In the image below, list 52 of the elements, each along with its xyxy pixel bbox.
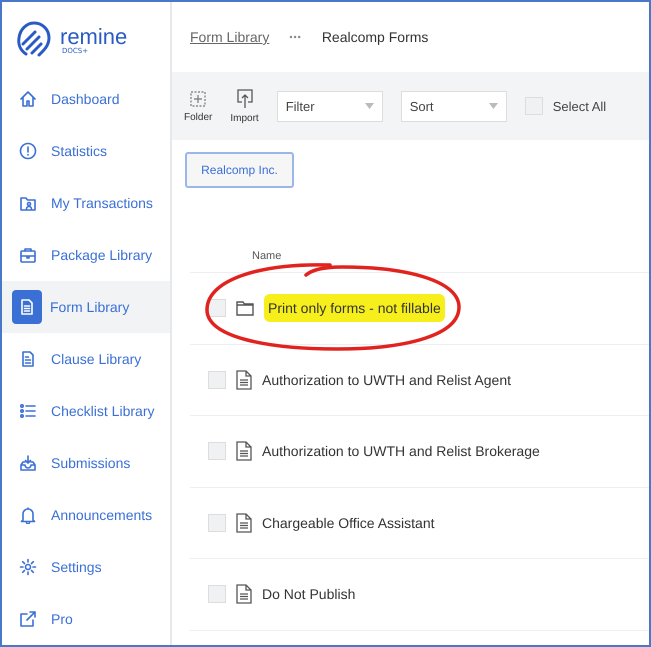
nav-item[interactable]: Pro xyxy=(2,592,170,645)
row-checkbox[interactable] xyxy=(208,514,226,532)
clause-document-icon xyxy=(19,350,37,368)
row-name[interactable]: Chargeable Office Assistant xyxy=(262,514,435,531)
nav-item[interactable]: Form Library xyxy=(2,280,170,333)
row-name[interactable]: Print only forms - not fillable xyxy=(264,294,445,322)
logo-name: remine xyxy=(60,26,128,48)
alert-icon xyxy=(19,142,37,160)
group-button[interactable]: Realcomp Inc. xyxy=(185,152,294,188)
caret-icon xyxy=(488,103,498,109)
inbox-download-icon xyxy=(19,454,37,472)
settings-icon xyxy=(19,558,37,576)
document-icon xyxy=(236,512,252,533)
folder-icon xyxy=(236,300,254,316)
row-name[interactable]: Authorization to UWTH and Relist Brokerage xyxy=(262,443,540,460)
breadcrumb-link[interactable]: Form Library xyxy=(190,29,270,45)
document-icon xyxy=(236,584,252,604)
external-link-icon xyxy=(19,610,37,628)
nav-item[interactable]: Statistics xyxy=(2,124,170,177)
nav-item[interactable]: Submissions xyxy=(2,436,170,489)
row-name[interactable]: Do Not Publish xyxy=(262,586,356,602)
document-icon xyxy=(236,441,252,462)
import-button[interactable]: Import xyxy=(230,88,259,124)
sort-select[interactable]: Sort xyxy=(400,90,507,122)
row-checkbox[interactable] xyxy=(208,299,226,318)
briefcase-icon xyxy=(19,246,37,264)
home-icon xyxy=(19,90,37,108)
row-checkbox[interactable] xyxy=(208,442,226,460)
nav-item[interactable]: Checklist Library xyxy=(2,384,170,437)
nav-item[interactable]: Package Library xyxy=(2,228,170,281)
breadcrumb-more[interactable]: ••• xyxy=(289,32,302,42)
folder-plus-icon xyxy=(189,90,208,108)
nav-item[interactable]: Dashboard xyxy=(2,72,170,125)
document-icon xyxy=(18,298,36,316)
bell-icon xyxy=(19,506,37,524)
document-icon xyxy=(236,370,252,390)
row-checkbox[interactable] xyxy=(208,585,226,604)
select-all-label: Select All xyxy=(552,98,606,114)
nav-item[interactable]: Announcements xyxy=(2,488,170,541)
select-all-checkbox[interactable] xyxy=(524,97,543,115)
nav-item[interactable]: Settings xyxy=(2,540,170,593)
nav-item[interactable]: Clause Library xyxy=(2,332,170,385)
nav-item[interactable]: My Transactions xyxy=(2,176,170,229)
upload-icon xyxy=(236,88,254,108)
row-checkbox[interactable] xyxy=(208,370,226,389)
checklist-icon xyxy=(19,402,37,420)
new-folder-button[interactable]: Folder xyxy=(184,90,212,122)
caret-icon xyxy=(364,103,374,109)
breadcrumb-current: Realcomp Forms xyxy=(322,29,428,45)
row-name[interactable]: Authorization to UWTH and Relist Agent xyxy=(262,372,512,388)
filter-select[interactable]: Filter xyxy=(276,90,383,122)
column-header: Name xyxy=(252,250,282,262)
